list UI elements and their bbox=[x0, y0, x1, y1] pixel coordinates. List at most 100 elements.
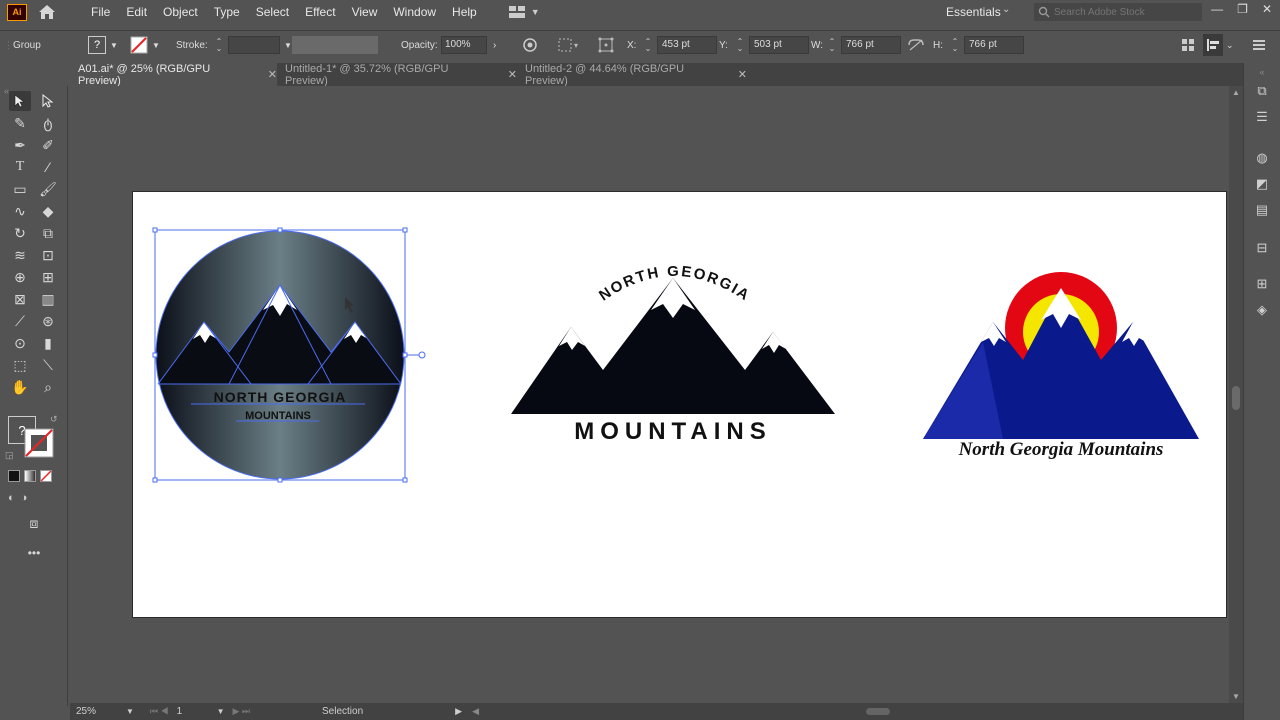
libraries-panel-icon[interactable]: ☰ bbox=[1254, 109, 1270, 125]
mesh-tool-icon[interactable]: ⊠ bbox=[9, 289, 31, 309]
recolor-artwork-icon[interactable] bbox=[522, 31, 538, 59]
w-value[interactable]: 766 pt bbox=[841, 36, 901, 54]
h-value[interactable]: 766 pt bbox=[964, 36, 1024, 54]
transform-grid-icon[interactable] bbox=[598, 31, 620, 59]
close-icon[interactable]: ✕ bbox=[738, 68, 747, 81]
menu-object[interactable]: Object bbox=[155, 5, 206, 19]
tab-untitled-2[interactable]: Untitled-2 @ 44.64% (RGB/GPU Preview) ✕ bbox=[517, 63, 747, 87]
logo-circle[interactable]: NORTH GEORGIA MOUNTAINS bbox=[152, 227, 426, 483]
chevron-down-icon[interactable]: ⌄ bbox=[1226, 31, 1234, 59]
chevron-down-icon[interactable]: ▼ bbox=[126, 707, 134, 716]
y-field[interactable]: ⌃ ⌄ 503 pt bbox=[735, 31, 809, 59]
scroll-up-icon[interactable]: ▲ bbox=[1232, 88, 1240, 97]
rotate-tool-icon[interactable]: ↻ bbox=[9, 223, 31, 243]
draw-behind-icon[interactable]: ◑ bbox=[21, 492, 28, 504]
close-icon[interactable]: ✕ bbox=[268, 68, 277, 81]
w-field[interactable]: ⌃ ⌄ 766 pt bbox=[827, 31, 901, 59]
symbol-sprayer-icon[interactable]: ⊙ bbox=[9, 333, 31, 353]
paintbrush-icon[interactable]: 🖌 bbox=[37, 179, 59, 199]
menu-type[interactable]: Type bbox=[206, 5, 248, 19]
transform-panel-icon[interactable]: ⊞ bbox=[1254, 276, 1270, 292]
horizontal-scrollbar-thumb[interactable] bbox=[866, 708, 890, 715]
h-field[interactable]: ⌃ ⌄ 766 pt bbox=[950, 31, 1024, 59]
color-button[interactable] bbox=[8, 470, 20, 482]
opacity-field[interactable]: 100% › bbox=[441, 31, 496, 59]
align-icon[interactable]: ▾ bbox=[558, 31, 580, 59]
shape-builder-icon[interactable]: ⊕ bbox=[9, 267, 31, 287]
search-input[interactable] bbox=[1054, 6, 1194, 18]
shaper-tool-icon[interactable]: ∿ bbox=[9, 201, 31, 221]
width-tool-icon[interactable]: ≋ bbox=[9, 245, 31, 265]
x-value[interactable]: 453 pt bbox=[657, 36, 717, 54]
artboard-tool-icon[interactable]: ⬚ bbox=[9, 355, 31, 375]
minimize-icon[interactable]: — bbox=[1211, 2, 1223, 16]
artboard[interactable]: NORTH GEORGIA MOUNTAINS NORTH GEORGIA MO… bbox=[132, 191, 1227, 618]
vertical-scrollbar[interactable]: ▲ ▼ bbox=[1229, 86, 1243, 703]
menu-effect[interactable]: Effect bbox=[297, 5, 343, 19]
home-icon[interactable] bbox=[37, 3, 57, 21]
zoom-level[interactable]: 25% bbox=[76, 706, 126, 717]
search-stock-field[interactable] bbox=[1034, 3, 1202, 21]
eyedropper-icon[interactable]: ⟋ bbox=[9, 311, 31, 331]
eraser-icon[interactable]: ◆ bbox=[37, 201, 59, 221]
type-tool-icon[interactable]: T bbox=[9, 157, 31, 177]
menu-select[interactable]: Select bbox=[248, 5, 297, 19]
scale-tool-icon[interactable]: ⧉ bbox=[37, 223, 59, 243]
x-field[interactable]: ⌃ ⌄ 453 pt bbox=[643, 31, 717, 59]
align-panel-icon[interactable] bbox=[1203, 34, 1223, 56]
perspective-grid-icon[interactable]: ⊞ bbox=[37, 267, 59, 287]
chevron-down-icon[interactable]: ⌄ bbox=[1002, 4, 1010, 15]
direct-selection-tool-icon[interactable] bbox=[37, 91, 59, 111]
column-graph-icon[interactable]: ▮ bbox=[37, 333, 59, 353]
tab-a01[interactable]: A01.ai* @ 25% (RGB/GPU Preview) ✕ bbox=[70, 63, 277, 87]
fill-swatch[interactable]: ? ▼ bbox=[88, 31, 118, 59]
y-value[interactable]: 503 pt bbox=[749, 36, 809, 54]
scroll-left-icon[interactable]: ◀ bbox=[472, 706, 479, 717]
variable-width-profile[interactable] bbox=[292, 31, 378, 59]
menu-view[interactable]: View bbox=[344, 5, 386, 19]
opacity-value[interactable]: 100% bbox=[441, 36, 487, 54]
artboard-number[interactable]: 1 bbox=[177, 706, 217, 717]
gradient-button[interactable] bbox=[24, 470, 36, 482]
swap-icon[interactable]: ↺ bbox=[50, 414, 58, 425]
scroll-down-icon[interactable]: ▼ bbox=[1232, 692, 1240, 701]
layers-panel-icon[interactable]: ◈ bbox=[1254, 302, 1270, 318]
free-transform-icon[interactable]: ⊡ bbox=[37, 245, 59, 265]
pen-tool-icon[interactable]: ✒ bbox=[9, 135, 31, 155]
panel-menu-icon[interactable] bbox=[1253, 31, 1265, 59]
constrain-proportions-icon[interactable] bbox=[907, 31, 925, 59]
blend-tool-icon[interactable]: ⊛ bbox=[37, 311, 59, 331]
menu-edit[interactable]: Edit bbox=[118, 5, 155, 19]
slice-tool-icon[interactable]: ⟍ bbox=[37, 355, 59, 375]
canvas-area[interactable]: NORTH GEORGIA MOUNTAINS NORTH GEORGIA MO… bbox=[70, 86, 1229, 703]
grip-handle[interactable]: ⋮ bbox=[4, 31, 13, 59]
none-button[interactable] bbox=[40, 470, 52, 482]
stroke-weight-stepper[interactable]: ⌃ ⌄ ▼ bbox=[214, 31, 292, 59]
curvature-tool-icon[interactable]: ✐ bbox=[37, 135, 59, 155]
gradient-tool-icon[interactable]: ▥ bbox=[37, 289, 59, 309]
workspace-switcher[interactable]: Essentials bbox=[946, 5, 1001, 19]
transform-panel-icon[interactable] bbox=[1181, 31, 1195, 59]
stroke-swatch[interactable] bbox=[24, 428, 54, 458]
close-icon[interactable]: ✕ bbox=[508, 68, 517, 81]
stroke-weight-field[interactable] bbox=[228, 36, 280, 54]
rectangle-tool-icon[interactable]: ▭ bbox=[9, 179, 31, 199]
last-artboard-icon[interactable]: ▶ ⏭ bbox=[232, 706, 250, 717]
chevron-right-icon[interactable]: ▶ bbox=[455, 706, 462, 717]
chevron-right-icon[interactable]: › bbox=[493, 40, 496, 51]
stroke-swatch[interactable]: ▼ bbox=[130, 31, 160, 59]
hand-tool-icon[interactable]: ✋ bbox=[9, 377, 31, 397]
screen-mode-icon[interactable]: ⧈ bbox=[23, 513, 45, 533]
menu-help[interactable]: Help bbox=[444, 5, 485, 19]
draw-normal-icon[interactable]: ◐ bbox=[8, 492, 15, 504]
arrange-documents-button[interactable]: ▼ bbox=[508, 6, 540, 18]
logo-north-georgia-color[interactable]: North Georgia Mountains bbox=[923, 272, 1199, 460]
logo-north-georgia-black[interactable]: NORTH GEORGIA MOUNTAINS bbox=[511, 263, 835, 445]
color-panel-icon[interactable]: ◍ bbox=[1254, 150, 1270, 166]
restore-icon[interactable]: ❐ bbox=[1237, 2, 1248, 16]
align-panel-icon[interactable]: ⊟ bbox=[1254, 240, 1270, 256]
magic-wand-icon[interactable]: ✎ bbox=[9, 113, 31, 133]
properties-panel-icon[interactable]: ⧉ bbox=[1254, 83, 1270, 99]
menu-window[interactable]: Window bbox=[385, 5, 444, 19]
gradient-panel-icon[interactable]: ▤ bbox=[1254, 202, 1270, 218]
